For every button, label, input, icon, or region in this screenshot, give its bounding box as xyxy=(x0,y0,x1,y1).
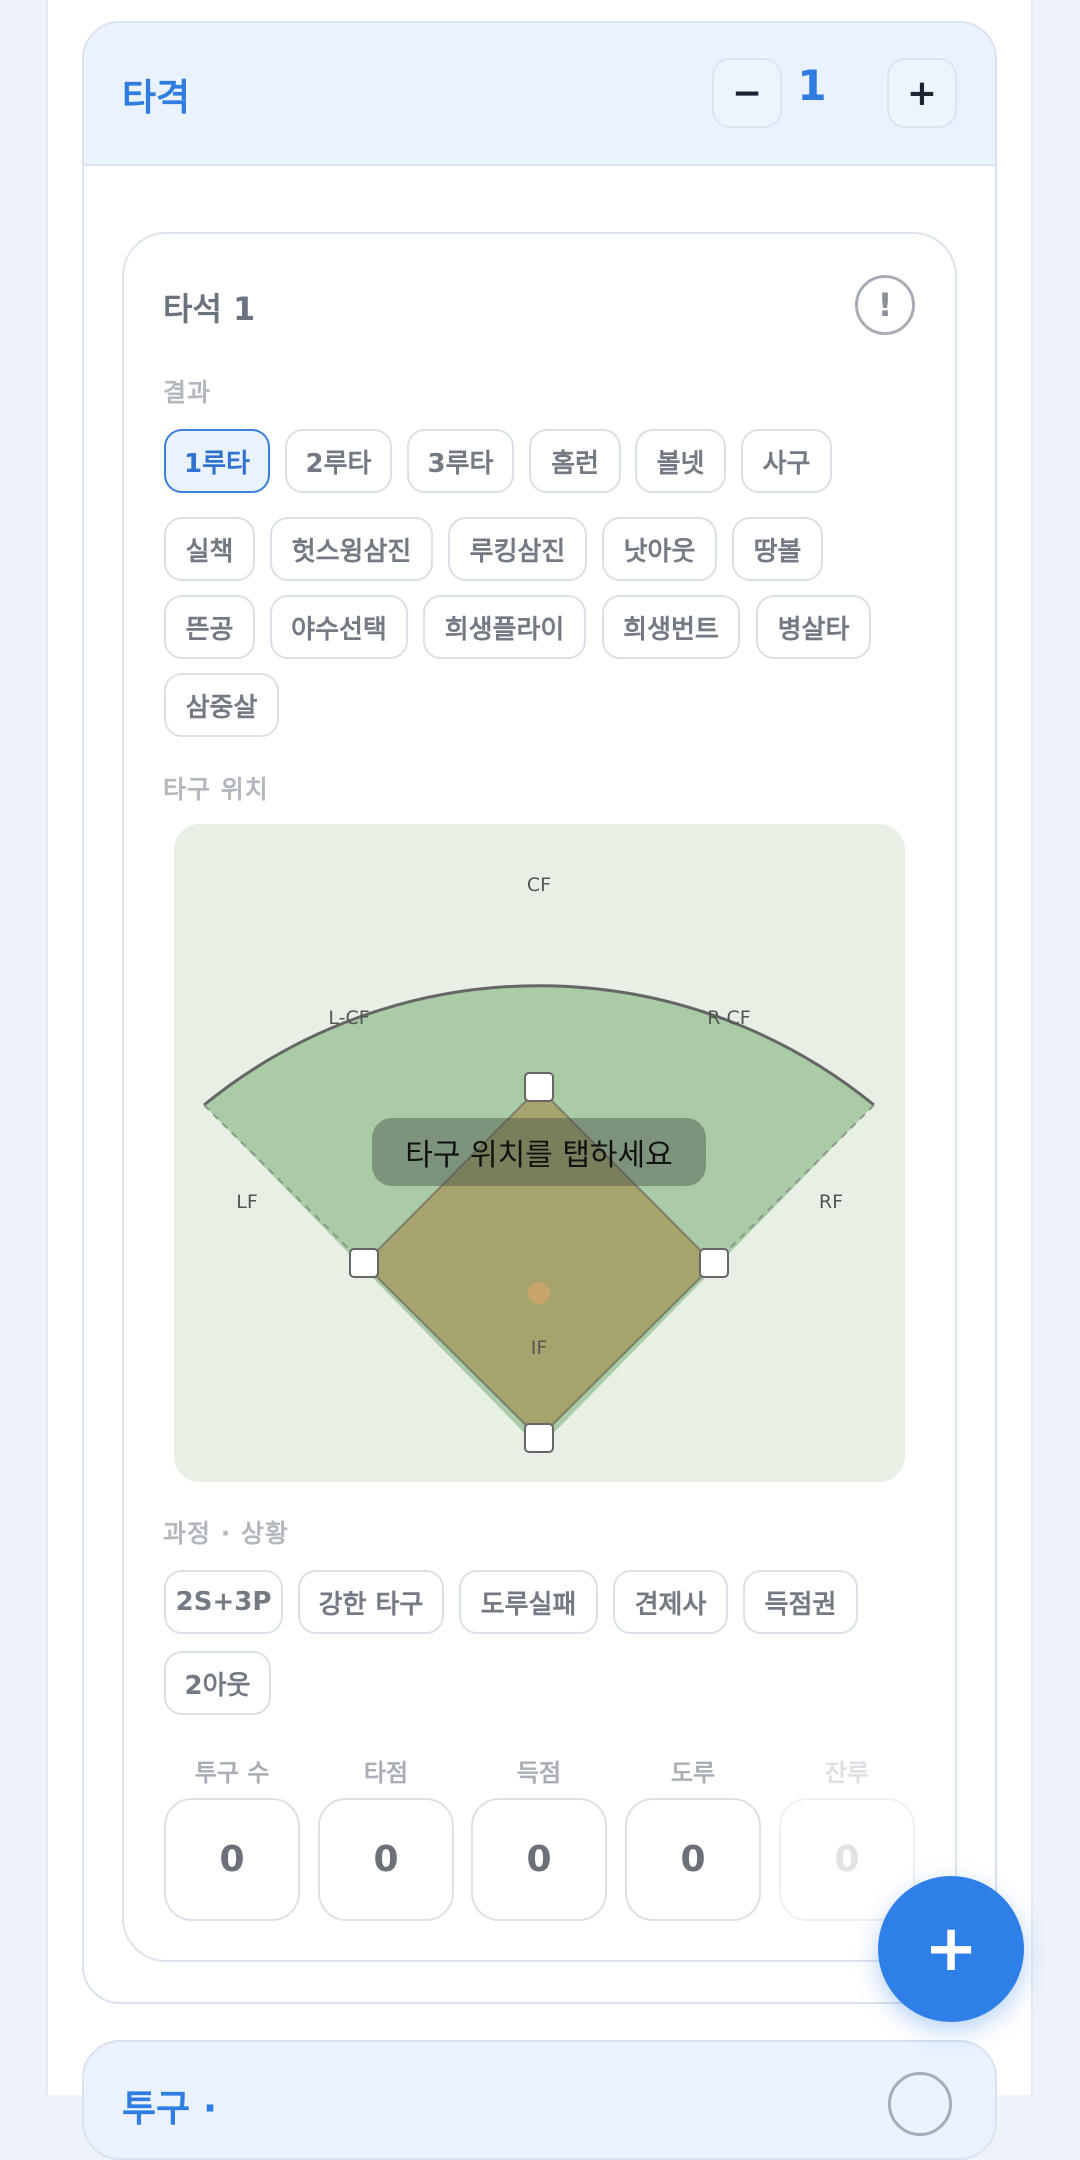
result-chip[interactable]: 볼넷 xyxy=(635,429,726,493)
pitches-input[interactable]: 0 xyxy=(164,1798,300,1921)
zone-label-rcf: R-CF xyxy=(707,1007,750,1029)
result-chip[interactable]: 희생번트 xyxy=(602,595,740,659)
result-chip[interactable]: 희생플라이 xyxy=(423,595,586,659)
plus-icon: + xyxy=(924,1912,978,1986)
plate-appearance-count: 1 xyxy=(797,61,827,110)
result-chip[interactable]: 헛스윙삼진 xyxy=(270,517,433,581)
situation-chip[interactable]: 2아웃 xyxy=(164,1651,271,1715)
second-base[interactable] xyxy=(524,1072,554,1102)
result-chip[interactable]: 1루타 xyxy=(164,429,270,493)
section-header: 타격 − 1 + xyxy=(84,23,995,166)
increment-button[interactable]: + xyxy=(887,58,957,128)
result-chip[interactable]: 뜬공 xyxy=(164,595,255,659)
pitching-section-header[interactable] xyxy=(82,2040,997,2160)
result-chip[interactable]: 3루타 xyxy=(407,429,514,493)
alert-icon[interactable] xyxy=(888,2072,952,2136)
result-chip[interactable]: 실책 xyxy=(164,517,255,581)
situation-chip[interactable]: 도루실패 xyxy=(459,1570,598,1634)
zone-label-lf: LF xyxy=(236,1191,258,1213)
result-chip[interactable]: 루킹삼진 xyxy=(448,517,587,581)
result-chip[interactable]: 삼중살 xyxy=(164,673,279,737)
result-chip[interactable]: 낫아웃 xyxy=(602,517,717,581)
first-base[interactable] xyxy=(699,1248,729,1278)
zone-label-lcf: L-CF xyxy=(328,1007,369,1029)
hit-location-label: 타구 위치 xyxy=(163,775,269,804)
decrement-button[interactable]: − xyxy=(712,58,782,128)
section-title: 타격 xyxy=(122,76,191,119)
result-chip[interactable]: 사구 xyxy=(741,429,832,493)
rbi-input[interactable]: 0 xyxy=(318,1798,454,1921)
situation-chip[interactable]: 2S+3P xyxy=(164,1570,283,1634)
result-label: 결과 xyxy=(163,378,212,407)
stat-label-pitches: 투구 수 xyxy=(194,1759,270,1787)
zone-label-rf: RF xyxy=(819,1191,843,1213)
alert-icon[interactable]: ! xyxy=(855,275,915,335)
situation-label: 과정 · 상황 xyxy=(163,1519,289,1548)
tap-hint-overlay: 타구 위치를 탭하세요 xyxy=(372,1118,706,1186)
situation-chip[interactable]: 득점권 xyxy=(743,1570,858,1634)
stat-label-rbi: 타점 xyxy=(363,1759,409,1787)
result-chip[interactable]: 병살타 xyxy=(756,595,871,659)
stat-label-runs: 득점 xyxy=(516,1759,562,1787)
stat-label-lob: 잔루 xyxy=(824,1759,870,1787)
stat-label-steals: 도루 xyxy=(670,1759,716,1787)
situation-chip[interactable]: 강한 타구 xyxy=(298,1570,444,1634)
add-button[interactable]: + xyxy=(878,1876,1024,2022)
plate-appearance-title: 타석 1 xyxy=(163,290,256,328)
steals-input[interactable]: 0 xyxy=(625,1798,761,1921)
pitchers-mound xyxy=(528,1282,550,1304)
runs-input[interactable]: 0 xyxy=(471,1798,607,1921)
home-plate[interactable] xyxy=(524,1423,554,1453)
next-section-title: 투구 · xyxy=(122,2087,218,2130)
result-chip[interactable]: 야수선택 xyxy=(270,595,408,659)
situation-chip[interactable]: 견제사 xyxy=(613,1570,728,1634)
zone-label-cf: CF xyxy=(527,874,551,896)
result-chip[interactable]: 땅볼 xyxy=(732,517,823,581)
result-chip[interactable]: 2루타 xyxy=(285,429,392,493)
third-base[interactable] xyxy=(349,1248,379,1278)
zone-label-if: IF xyxy=(531,1337,548,1359)
result-chip[interactable]: 홈런 xyxy=(529,429,621,493)
